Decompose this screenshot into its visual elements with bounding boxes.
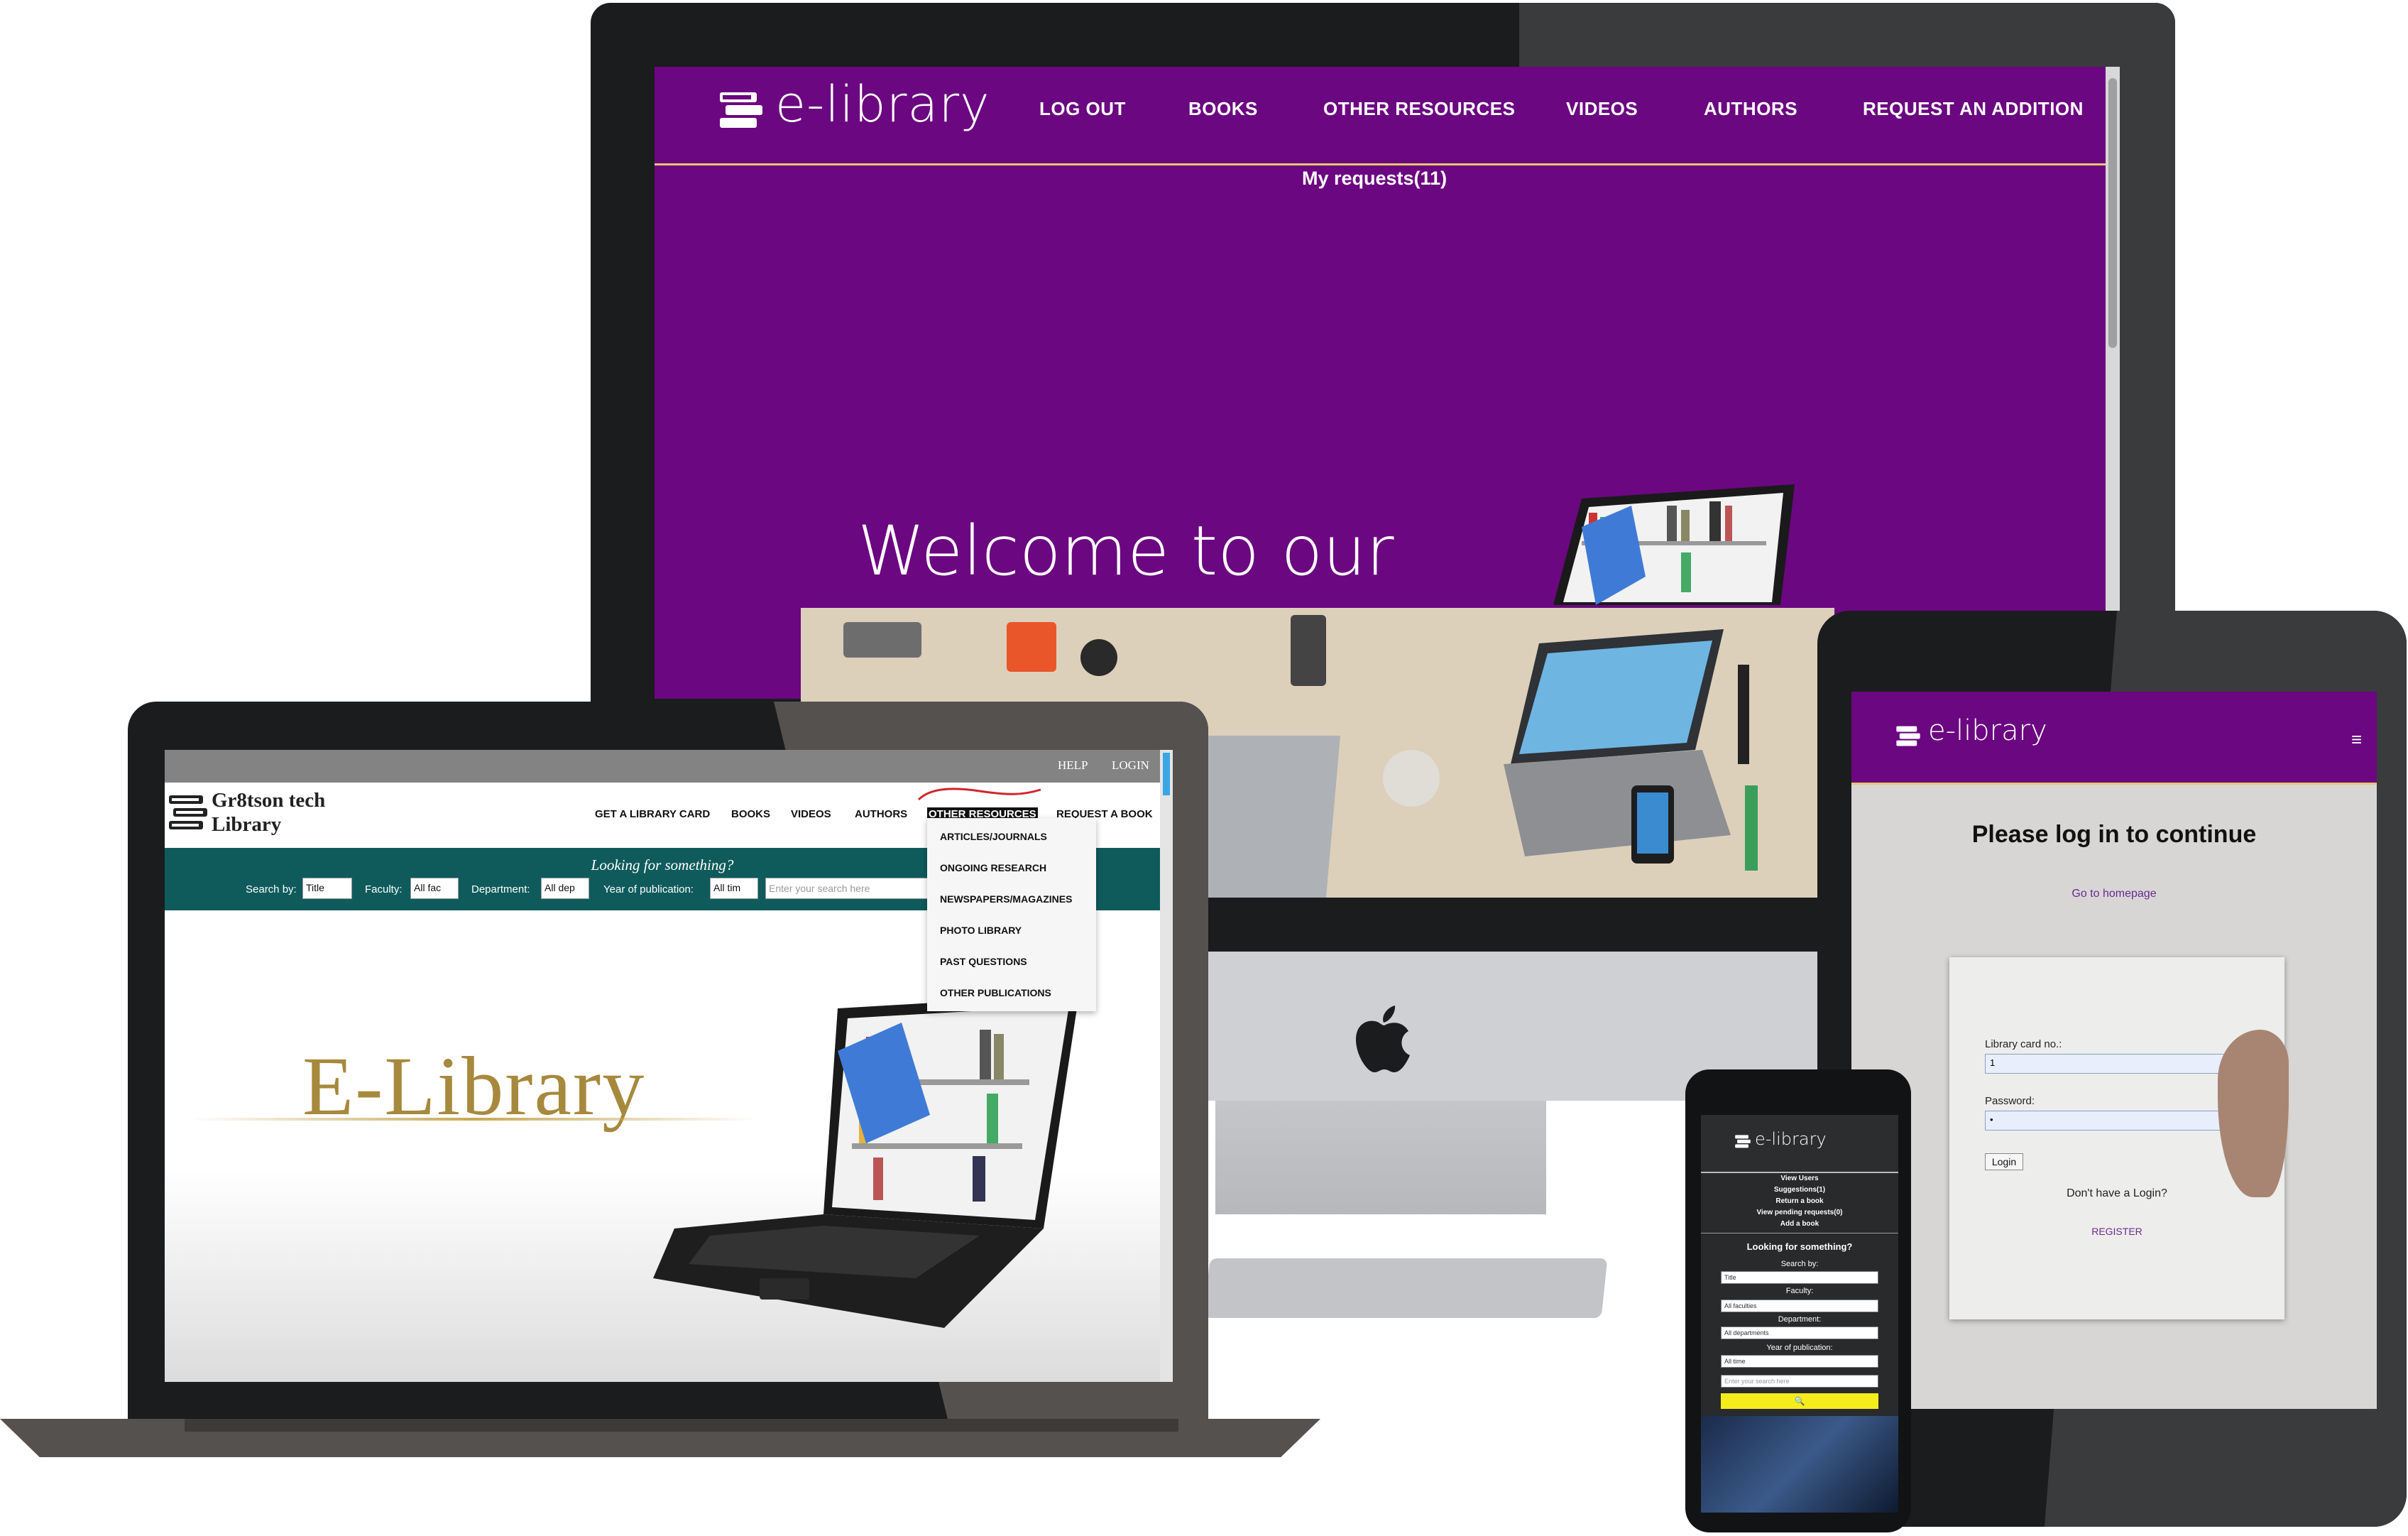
phone-header-divider bbox=[1701, 1172, 1898, 1173]
nav-books[interactable]: BOOKS bbox=[731, 808, 770, 820]
tablet-logo-text[interactable]: e-library bbox=[1928, 714, 2047, 747]
phone-faculty-label: Faculty: bbox=[1785, 1287, 1814, 1295]
nav-books[interactable]: BOOKS bbox=[1188, 98, 1258, 120]
password-label: Password: bbox=[1985, 1095, 2035, 1107]
nav-other-resources[interactable]: OTHER RESOURCES bbox=[1323, 98, 1515, 120]
books-logo-icon bbox=[169, 795, 207, 829]
year-label: Year of publication: bbox=[603, 883, 694, 895]
dropdown-articles-journals[interactable]: ARTICLES/JOURNALS bbox=[940, 831, 1047, 842]
phone-year-select[interactable]: All time bbox=[1721, 1355, 1878, 1368]
phone-search-input[interactable]: Enter your search here bbox=[1721, 1375, 1878, 1388]
help-link[interactable]: HELP bbox=[1058, 758, 1088, 773]
login-button[interactable]: Login bbox=[1985, 1153, 2023, 1170]
library-card-input[interactable]: 1 bbox=[1985, 1054, 2249, 1074]
library-card-label: Library card no.: bbox=[1985, 1038, 2062, 1050]
search-by-label: Search by: bbox=[246, 883, 297, 895]
other-resources-dropdown bbox=[927, 818, 1096, 1011]
nav-authors[interactable]: AUTHORS bbox=[855, 808, 907, 820]
nav-authors[interactable]: AUTHORS bbox=[1704, 98, 1797, 120]
nav-get-library-card[interactable]: GET A LIBRARY CARD bbox=[595, 808, 710, 820]
dropdown-photo-library[interactable]: PHOTO LIBRARY bbox=[940, 925, 1022, 936]
laptop-scrollbar[interactable] bbox=[1160, 750, 1173, 1382]
phone-search-title: Looking for something? bbox=[1746, 1241, 1853, 1252]
menu-return-book[interactable]: Return a book bbox=[1701, 1197, 1898, 1205]
register-link[interactable]: REGISTER bbox=[1949, 1226, 2284, 1237]
desktop-logo-text[interactable]: e-library bbox=[775, 75, 990, 134]
nav-underline bbox=[655, 163, 2106, 165]
laptop-scrollbar-thumb[interactable] bbox=[1163, 753, 1170, 795]
phone-department-label: Department: bbox=[1778, 1315, 1822, 1324]
menu-add-book[interactable]: Add a book bbox=[1701, 1220, 1898, 1228]
dropdown-past-questions[interactable]: PAST QUESTIONS bbox=[940, 956, 1027, 967]
red-underline-mark bbox=[917, 788, 1041, 801]
phone-search-by-label: Search by: bbox=[1780, 1260, 1819, 1268]
laptop-bookshelf-image bbox=[653, 994, 1079, 1328]
department-label: Department: bbox=[471, 883, 530, 895]
books-logo-icon bbox=[720, 92, 762, 128]
phone-faculty-select[interactable]: All faculties bbox=[1721, 1300, 1878, 1312]
phone-search-by-select[interactable]: Title bbox=[1721, 1271, 1878, 1284]
phone-department-select[interactable]: All departments bbox=[1721, 1327, 1878, 1339]
login-title: Please log in to continue bbox=[1971, 821, 2257, 848]
welcome-heading: Welcome to our bbox=[858, 511, 1394, 591]
nav-videos[interactable]: VIDEOS bbox=[1566, 98, 1638, 120]
department-select[interactable]: All dep bbox=[541, 878, 589, 899]
logo-line-2: Library bbox=[212, 813, 282, 836]
faculty-select[interactable]: All fac bbox=[410, 878, 459, 899]
go-home-link[interactable]: Go to homepage bbox=[1851, 888, 2377, 900]
phone-hero-photo bbox=[1701, 1416, 1898, 1513]
books-logo-icon bbox=[1735, 1135, 1751, 1148]
phone-logo-text[interactable]: e-library bbox=[1755, 1129, 1827, 1149]
dropdown-other-publications[interactable]: OTHER PUBLICATIONS bbox=[940, 987, 1051, 998]
faculty-label: Faculty: bbox=[365, 883, 403, 895]
no-login-text: Don't have a Login? bbox=[2067, 1187, 2167, 1199]
apple-logo-icon bbox=[1356, 1006, 1410, 1072]
login-link[interactable]: LOGIN bbox=[1112, 758, 1149, 773]
hamburger-menu-icon[interactable]: ≡ bbox=[2351, 729, 2362, 751]
laptop-logo-text[interactable]: Gr8tson tech Library bbox=[212, 788, 325, 837]
laptop-bookshelf-image bbox=[1553, 484, 1795, 605]
menu-view-users[interactable]: View Users bbox=[1701, 1175, 1898, 1182]
year-select[interactable]: All tim bbox=[710, 878, 758, 899]
nav-request-addition[interactable]: REQUEST AN ADDITION bbox=[1863, 98, 2084, 120]
my-requests-link[interactable]: My requests(11) bbox=[1302, 168, 1447, 190]
phone-year-label: Year of publication: bbox=[1766, 1344, 1833, 1352]
laptop-search-input[interactable]: Enter your search here bbox=[765, 878, 929, 899]
tablet-header-underline bbox=[1851, 783, 2377, 785]
dropdown-newspapers-magazines[interactable]: NEWSPAPERS/MAGAZINES bbox=[940, 893, 1072, 905]
menu-pending-requests[interactable]: View pending requests(0) bbox=[1701, 1209, 1898, 1216]
phone-search-button[interactable]: 🔍 bbox=[1721, 1393, 1878, 1409]
monitor-scrollbar-thumb[interactable] bbox=[2108, 78, 2117, 348]
password-input[interactable]: • bbox=[1985, 1111, 2249, 1131]
search-icon: 🔍 bbox=[1794, 1396, 1805, 1406]
monitor-stand-neck bbox=[1215, 1101, 1546, 1214]
laptop-top-bar bbox=[165, 750, 1160, 783]
menu-suggestions[interactable]: Suggestions(1) bbox=[1701, 1186, 1898, 1194]
monitor-screen bbox=[655, 67, 2120, 699]
nav-logout[interactable]: LOG OUT bbox=[1039, 98, 1126, 120]
logo-line-1: Gr8tson tech bbox=[212, 789, 326, 812]
nav-videos[interactable]: VIDEOS bbox=[791, 808, 831, 820]
laptop-hinge bbox=[185, 1419, 1178, 1432]
books-logo-icon bbox=[1896, 726, 1920, 746]
search-by-select[interactable]: Title bbox=[302, 878, 352, 899]
monitor-stand-base bbox=[1203, 1258, 1608, 1318]
dropdown-ongoing-research[interactable]: ONGOING RESEARCH bbox=[940, 862, 1046, 873]
